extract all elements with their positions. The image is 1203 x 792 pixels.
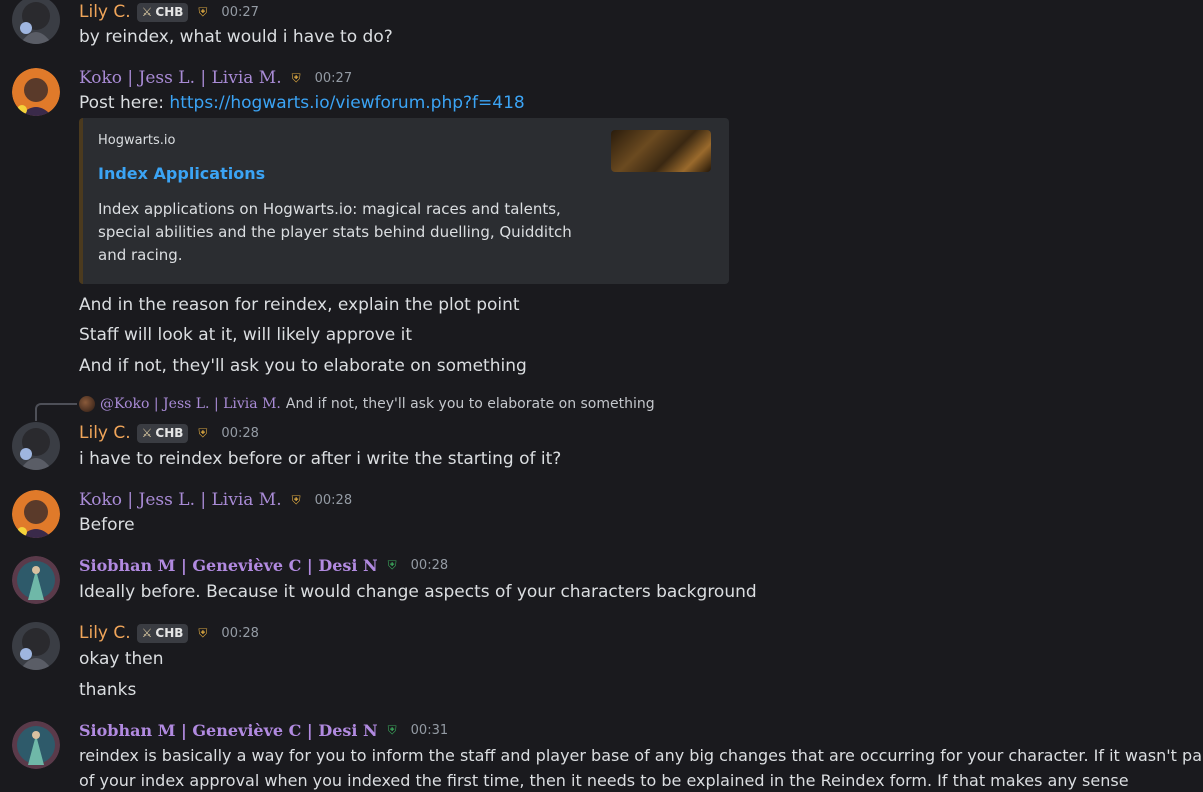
message-text: Before: [79, 515, 135, 535]
message-header: Lily C. ⚔ CHB ⛨ 00:27: [79, 2, 259, 22]
message-text: i have to reindex before or after i writ…: [79, 449, 562, 469]
reply-text[interactable]: And if not, they'll ask you to elaborate…: [286, 396, 655, 412]
reply-preview[interactable]: @Koko | Jess L. | Livia M. And if not, t…: [79, 396, 655, 412]
username[interactable]: Siobhan M | Geneviève C | Desi N: [79, 556, 378, 575]
username[interactable]: Lily C.: [79, 2, 131, 22]
message-header: Siobhan M | Geneviève C | Desi N ⛨ 00:28: [79, 556, 448, 575]
embed-description: Index applications on Hogwarts.io: magic…: [98, 200, 572, 264]
message-text: by reindex, what would i have to do?: [79, 27, 393, 47]
timestamp: 00:31: [410, 723, 449, 738]
reply-avatar: [79, 396, 95, 412]
reply-username[interactable]: @Koko | Jess L. | Livia M.: [100, 396, 281, 412]
message-header: Lily C. ⚔ CHB ⛨ 00:28: [79, 423, 259, 443]
message-header: Koko | Jess L. | Livia M. ⛨ 00:28: [79, 490, 352, 510]
message-text: Staff will look at it, will likely appro…: [79, 325, 413, 345]
avatar[interactable]: [12, 490, 60, 538]
house-crest-icon: ⛨: [387, 723, 397, 737]
guild-tag[interactable]: ⚔ CHB: [136, 423, 189, 443]
message-header: Lily C. ⚔ CHB ⛨ 00:28: [79, 623, 259, 643]
house-crest-icon: ⛨: [198, 4, 208, 19]
username[interactable]: Lily C.: [79, 423, 131, 443]
message-text: And in the reason for reindex, explain t…: [79, 295, 520, 315]
message-link[interactable]: https://hogwarts.io/viewforum.php?f=418: [169, 93, 524, 113]
avatar[interactable]: [12, 622, 60, 670]
message-header: Siobhan M | Geneviève C | Desi N ⛨ 00:31: [79, 721, 448, 740]
embed-title[interactable]: Index Applications: [98, 164, 265, 183]
message-header: Koko | Jess L. | Livia M. ⛨ 00:27: [79, 68, 352, 88]
avatar[interactable]: [12, 0, 60, 44]
link-embed: Hogwarts.io Index Applications Index app…: [79, 118, 729, 284]
message-text: okay then: [79, 649, 164, 669]
sword-icon: ⚔: [141, 5, 153, 19]
avatar[interactable]: [12, 556, 60, 604]
house-crest-icon: ⛨: [291, 70, 301, 85]
username[interactable]: Lily C.: [79, 623, 131, 643]
guild-tag[interactable]: ⚔ CHB: [136, 2, 189, 22]
timestamp: 00:28: [314, 492, 353, 508]
avatar[interactable]: [12, 422, 60, 470]
message-text: of your index approval when you indexed …: [79, 771, 1129, 790]
timestamp: 00:28: [410, 558, 449, 573]
avatar[interactable]: [12, 68, 60, 116]
timestamp: 00:27: [314, 70, 353, 86]
embed-thumbnail[interactable]: [611, 130, 711, 172]
house-crest-icon: ⛨: [198, 425, 208, 440]
reply-connector: [35, 403, 77, 421]
username[interactable]: Siobhan M | Geneviève C | Desi N: [79, 721, 378, 740]
sword-icon: ⚔: [141, 626, 153, 640]
house-crest-icon: ⛨: [198, 625, 208, 640]
timestamp: 00:28: [221, 425, 259, 441]
message-text: thanks: [79, 680, 137, 700]
house-crest-icon: ⛨: [291, 492, 301, 507]
embed-provider[interactable]: Hogwarts.io: [98, 133, 176, 148]
sword-icon: ⚔: [141, 426, 153, 440]
message-text: reindex is basically a way for you to in…: [79, 746, 1203, 765]
message-text: And if not, they'll ask you to elaborate…: [79, 356, 527, 376]
house-crest-icon: ⛨: [387, 558, 397, 572]
username[interactable]: Koko | Jess L. | Livia M.: [79, 490, 282, 510]
timestamp: 00:28: [221, 625, 259, 641]
avatar[interactable]: [12, 721, 60, 769]
guild-tag[interactable]: ⚔ CHB: [136, 623, 189, 643]
message-text: Ideally before. Because it would change …: [79, 582, 757, 602]
timestamp: 00:27: [221, 4, 259, 20]
username[interactable]: Koko | Jess L. | Livia M.: [79, 68, 282, 88]
message-text: Post here: https://hogwarts.io/viewforum…: [79, 93, 525, 113]
